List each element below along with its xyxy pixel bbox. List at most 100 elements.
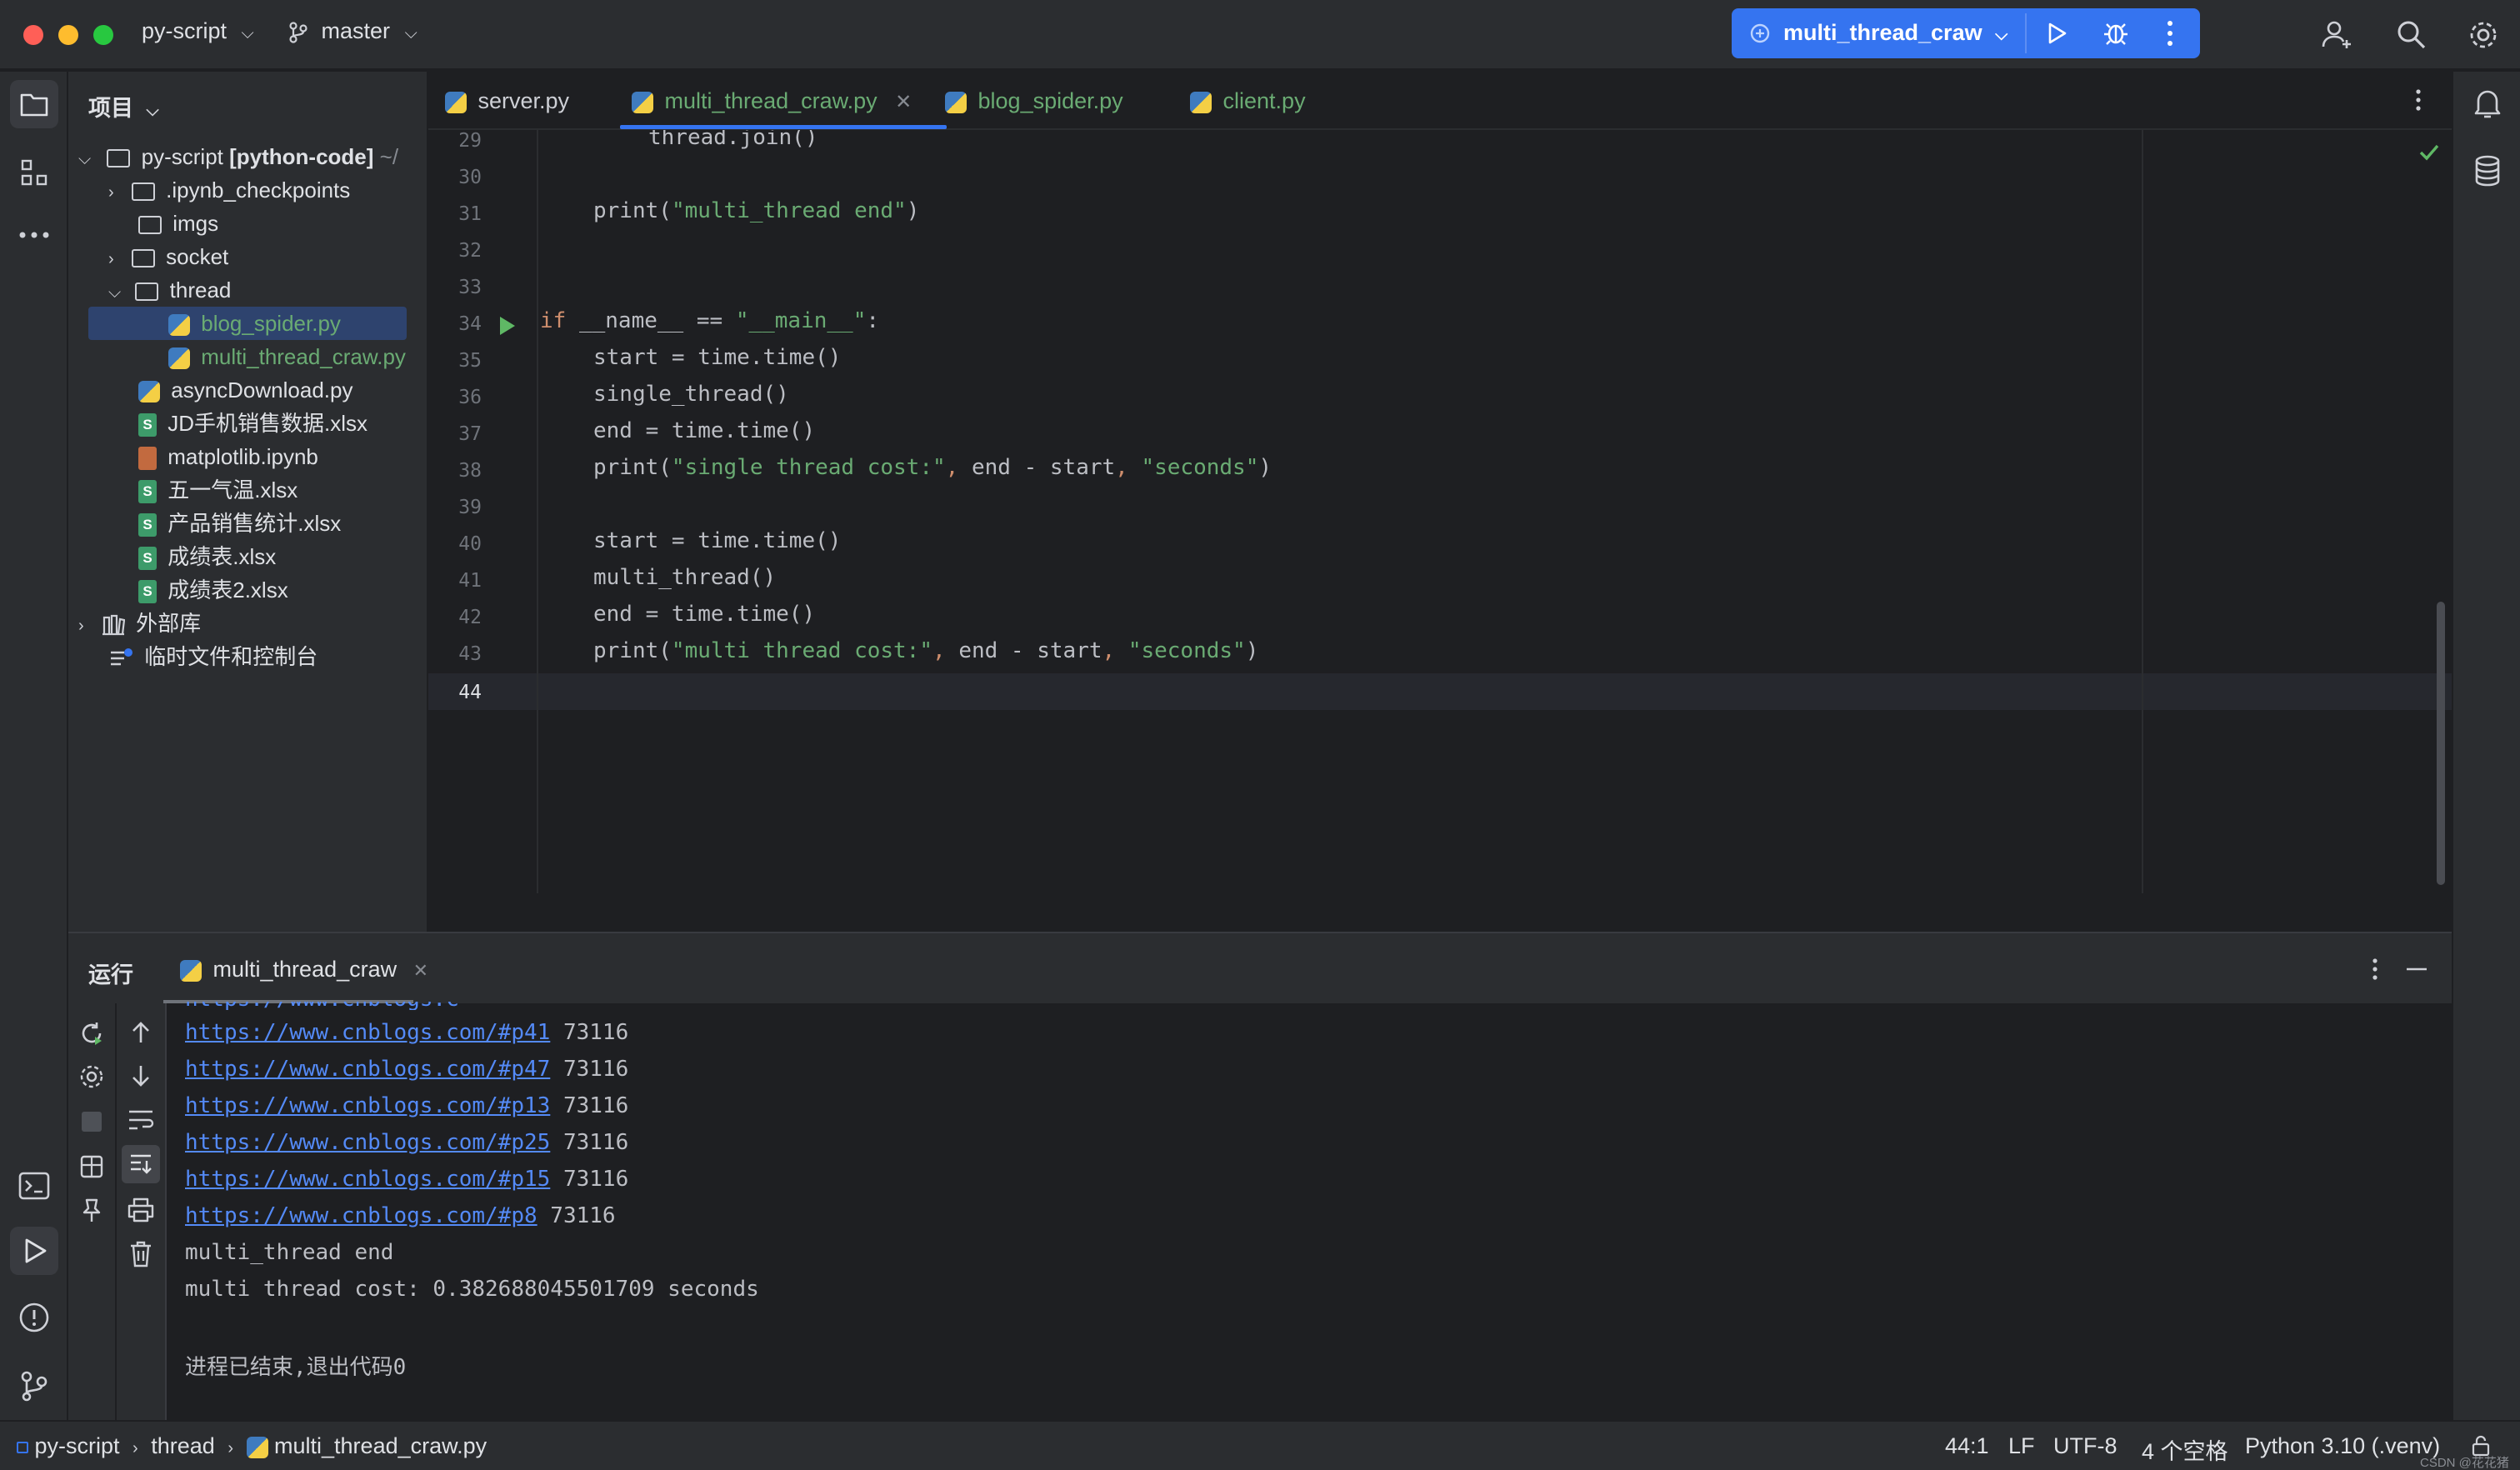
project-tool-button[interactable] [10, 80, 58, 128]
indent-setting[interactable]: 4 个空格 [2142, 1433, 2228, 1466]
layout-icon[interactable] [80, 1155, 103, 1178]
folder-icon [131, 182, 155, 202]
console-value: 73116 [562, 1020, 629, 1045]
tab-blog-spider-py[interactable]: blog_spider.py [945, 72, 1123, 130]
pin-icon[interactable] [82, 1198, 102, 1223]
code-line-43: print("multi thread cost:", end - start,… [593, 638, 1259, 663]
search-icon[interactable] [2395, 18, 2428, 52]
git-branch-icon [289, 22, 308, 43]
run-tool-button[interactable] [10, 1227, 58, 1275]
console-link[interactable]: https://www.cnblogs.com/#p47 [185, 1057, 550, 1082]
tree-item-external-libs[interactable]: › 外部库 [78, 607, 201, 640]
console-link[interactable]: https://www.cnblogs.com/#p15 [185, 1167, 550, 1192]
tree-item-imgs[interactable]: imgs [138, 207, 218, 240]
notifications-bell-icon[interactable] [2472, 87, 2503, 120]
console-value: 73116 [562, 1167, 629, 1192]
tree-item-grades-xlsx[interactable]: S 成绩表.xlsx [138, 540, 276, 573]
console-link[interactable]: https://www.cnblogs.com/#p41 [185, 1020, 550, 1045]
branch-switcher[interactable]: master ⌵ [287, 18, 418, 44]
inspection-ok-check-icon[interactable] [2418, 143, 2440, 162]
run-tool-window: 运行 multi_thread_craw ✕ https://www.cnblo… [68, 932, 2452, 1422]
tree-item-label: 成绩表2.xlsx [168, 578, 288, 602]
chevron-right-icon: › [228, 1439, 233, 1458]
debug-icon[interactable] [2102, 18, 2130, 47]
line-separator[interactable]: LF [2008, 1433, 2035, 1459]
more-tools-icon[interactable] [18, 230, 50, 240]
arrow-down-icon[interactable] [128, 1063, 153, 1088]
console-link[interactable]: https://www.cnblogs.com/#p8 [185, 1203, 538, 1228]
console-link[interactable]: https://www.cnblogs.com/#p13 [185, 1093, 550, 1118]
minimize-window-button[interactable] [58, 25, 78, 45]
library-icon [102, 615, 126, 636]
database-icon[interactable] [2473, 155, 2502, 187]
close-run-tab-icon[interactable]: ✕ [413, 960, 428, 981]
tree-item-scratches[interactable]: 临时文件和控制台 [108, 640, 318, 673]
project-switcher[interactable]: py-script ⌵ [142, 18, 254, 44]
run-settings-icon[interactable] [78, 1063, 105, 1090]
python-interpreter[interactable]: Python 3.10 (.venv) [2245, 1433, 2440, 1459]
terminal-icon[interactable] [18, 1172, 50, 1200]
tab-label: multi_thread_craw.py [664, 88, 878, 113]
tree-item-socket[interactable]: › socket [108, 240, 228, 273]
rerun-icon[interactable] [78, 1020, 105, 1047]
close-window-button[interactable] [23, 25, 43, 45]
run-tab-multi-thread-craw[interactable]: multi_thread_craw ✕ [180, 957, 428, 982]
tab-options-icon[interactable] [2412, 87, 2425, 113]
tree-item-matplotlib-ipynb[interactable]: matplotlib.ipynb [138, 440, 318, 473]
tab-multi-thread-craw-py[interactable]: multi_thread_craw.py ✕ [632, 72, 912, 130]
soft-wrap-icon[interactable] [127, 1108, 155, 1132]
settings-gear-icon[interactable] [2467, 18, 2500, 52]
run-icon[interactable] [2043, 20, 2070, 47]
minimize-panel-icon[interactable] [2405, 967, 2428, 972]
current-line-highlight [428, 673, 2452, 710]
console-exit-line: 进程已结束,退出代码0 [185, 1355, 407, 1380]
code-editor[interactable]: 29 30 31 32 33 34 35 36 37 38 39 40 41 4… [428, 130, 2452, 893]
breadcrumb-item[interactable]: py-script [35, 1433, 120, 1458]
tree-item-async-download[interactable]: asyncDownload.py [138, 373, 352, 407]
console-line: https://www.cnblogs.com/#p13 73116 [185, 1093, 628, 1118]
problems-icon[interactable] [18, 1302, 50, 1333]
tree-root[interactable]: ⌵ py-script [python-code] ~/ [78, 140, 398, 173]
tree-item-temperature-xlsx[interactable]: S 五一气温.xlsx [138, 473, 298, 507]
right-margin-guide [2142, 130, 2143, 893]
tree-item-blog-spider[interactable]: blog_spider.py [168, 307, 341, 340]
python-file-icon [1190, 91, 1212, 113]
tab-client-py[interactable]: client.py [1190, 72, 1306, 130]
scroll-to-end-toggle[interactable] [122, 1145, 160, 1183]
tree-item-thread[interactable]: ⌵ thread [108, 273, 231, 307]
code-token: __name__ == [578, 308, 736, 333]
console-link[interactable]: https://www.cnblogs.com/#p25 [185, 1130, 550, 1155]
arrow-up-icon[interactable] [128, 1020, 153, 1045]
structure-icon[interactable] [20, 158, 48, 187]
caret-position[interactable]: 44:1 [1945, 1433, 1989, 1459]
breadcrumb-item[interactable]: multi_thread_craw.py [274, 1433, 487, 1458]
stop-icon[interactable] [82, 1112, 102, 1132]
folder-icon [131, 249, 155, 268]
print-icon[interactable] [127, 1197, 155, 1223]
tree-item-ipynb-checkpoints[interactable]: › .ipynb_checkpoints [108, 173, 350, 207]
tree-item-jd-xlsx[interactable]: S JD手机销售数据.xlsx [138, 407, 368, 440]
run-tool-icon [25, 1238, 47, 1263]
zoom-window-button[interactable] [93, 25, 113, 45]
tree-item-label: socket [166, 244, 229, 269]
tab-server-py[interactable]: server.py [445, 72, 569, 130]
more-vertical-icon[interactable] [2162, 18, 2178, 48]
tree-item-grades2-xlsx[interactable]: S 成绩表2.xlsx [138, 573, 288, 607]
add-user-icon[interactable] [2320, 18, 2353, 52]
module-icon [17, 1441, 28, 1453]
project-panel-header[interactable]: 项目 ⌵ [88, 90, 159, 122]
git-icon[interactable] [18, 1370, 50, 1402]
editor-tab-bar: server.py multi_thread_craw.py ✕ blog_sp… [428, 72, 2452, 130]
run-config-selector[interactable]: multi_thread_craw ⌵ [1783, 20, 2008, 46]
file-encoding[interactable]: UTF-8 [2053, 1433, 2118, 1459]
run-options-icon[interactable] [2368, 957, 2382, 982]
editor-scrollbar-thumb[interactable] [2437, 602, 2445, 885]
breadcrumb-item[interactable]: thread [151, 1433, 215, 1458]
run-gutter-icon[interactable] [497, 315, 517, 337]
line-number: 35 [458, 350, 482, 372]
close-tab-icon[interactable]: ✕ [895, 91, 912, 113]
trash-icon[interactable] [128, 1240, 153, 1268]
tree-item-sales-xlsx[interactable]: S 产品销售统计.xlsx [138, 507, 341, 540]
tree-item-multi-thread-craw[interactable]: multi_thread_craw.py [168, 340, 406, 373]
tree-item-label: multi_thread_craw.py [201, 344, 406, 369]
